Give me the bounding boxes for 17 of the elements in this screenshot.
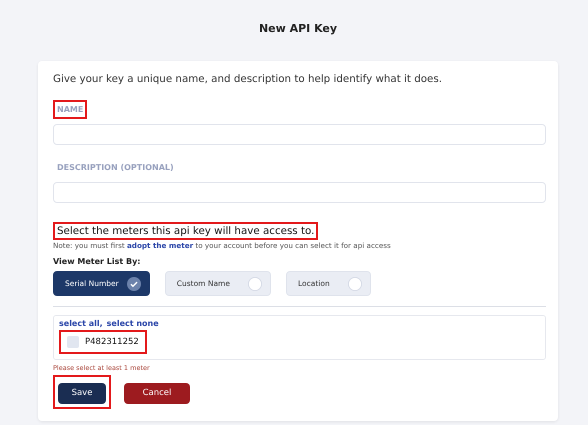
meter-option[interactable]: P482311252 — [59, 330, 147, 354]
check-circle-icon — [348, 276, 362, 290]
checkbox[interactable] — [67, 336, 79, 348]
intro-text: Give your key a unique name, and description to help identify what it does. — [53, 73, 444, 85]
select-link[interactable]: select none — [106, 319, 159, 328]
cancel-button[interactable]: Cancel — [124, 382, 190, 404]
field-label: DESCRIPTION (OPTIONAL) — [56, 162, 175, 174]
view-by-label: View Meter List By: — [53, 257, 142, 266]
page-title: New API Key — [258, 22, 338, 35]
check-circle-icon — [126, 276, 141, 290]
input-field[interactable] — [53, 182, 546, 203]
select-link[interactable]: select all, — [59, 319, 103, 328]
input-field[interactable] — [53, 124, 546, 145]
field-label: NAME — [53, 100, 88, 119]
meters-prompt: Select the meters this api key will have access to. — [53, 222, 318, 240]
save-button[interactable]: Save — [58, 382, 106, 404]
check-circle-icon — [248, 276, 262, 290]
